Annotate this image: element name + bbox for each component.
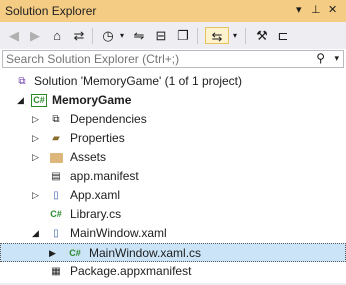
toolbar: ◀ ▶ ⌂ ⇄ ◷ ▾ ⇋ ⊟ ❐ ⇆ ▾ ⚒ ⊏ <box>0 22 346 49</box>
pending-changes-filter-icon[interactable]: ◷ <box>99 27 117 44</box>
toolbar-separator <box>245 28 246 44</box>
panel-title: Solution Explorer <box>5 4 97 18</box>
show-all-files-icon[interactable]: ❐ <box>174 27 192 44</box>
tree-row-package-appxmanifest[interactable]: ▦ Package.appxmanifest <box>0 262 346 281</box>
back-icon[interactable]: ◀ <box>6 27 22 44</box>
collapse-all-icon[interactable]: ⊟ <box>152 27 170 44</box>
collapsed-arrow-icon[interactable]: ▷ <box>32 110 39 129</box>
tree-row-properties[interactable]: ▷ ▰ Properties <box>0 129 346 148</box>
sync-icon[interactable]: ⇋ <box>131 27 147 44</box>
toolbar-separator <box>92 28 93 44</box>
collapsed-arrow-icon[interactable]: ▶ <box>49 244 56 263</box>
project-label: MemoryGame <box>52 93 132 107</box>
properties-wrench-icon[interactable]: ⚒ <box>254 27 270 44</box>
home-icon[interactable]: ⌂ <box>49 27 65 44</box>
item-label: Properties <box>70 131 125 145</box>
title-bar: Solution Explorer ▾ ⊥ ✕ <box>0 0 346 22</box>
manifest-file-icon: ▤ <box>51 171 61 182</box>
collapsed-arrow-icon[interactable]: ▷ <box>32 148 39 167</box>
tree-row-assets[interactable]: ▷ Assets <box>0 148 346 167</box>
csharp-file-icon: C# <box>69 248 81 258</box>
forward-icon[interactable]: ▶ <box>27 27 43 44</box>
solution-label: Solution 'MemoryGame' (1 of 1 project) <box>34 74 242 88</box>
tree-row-app-xaml[interactable]: ▷ ▯ App.xaml <box>0 186 346 205</box>
preview-icon[interactable]: ⊏ <box>275 27 291 44</box>
switch-views-icon[interactable]: ⇄ <box>70 27 88 44</box>
search-box[interactable]: ⚲ ▾ <box>2 50 344 68</box>
tree-row-library-cs[interactable]: C# Library.cs <box>0 205 346 224</box>
dependencies-icon: ⧉ <box>52 114 60 125</box>
collapsed-arrow-icon[interactable]: ▷ <box>32 186 39 205</box>
tree-row-mainwindow-xaml[interactable]: ◢ ▯ MainWindow.xaml <box>0 224 346 243</box>
collapsed-arrow-icon[interactable]: ▷ <box>32 129 39 148</box>
xaml-file-icon: ▯ <box>53 228 59 239</box>
close-icon[interactable]: ✕ <box>328 3 337 16</box>
item-label: Assets <box>70 150 107 164</box>
xaml-file-icon: ▯ <box>53 190 59 201</box>
tree-row-app-manifest[interactable]: ▤ app.manifest <box>0 167 346 186</box>
search-input[interactable] <box>6 52 306 66</box>
package-manifest-icon: ▦ <box>51 266 61 277</box>
item-label: MainWindow.xaml.cs <box>89 246 202 260</box>
track-active-item-icon[interactable]: ⇆ <box>205 27 229 44</box>
tree-row-solution[interactable]: ⧉ Solution 'MemoryGame' (1 of 1 project) <box>0 72 346 91</box>
expanded-arrow-icon[interactable]: ◢ <box>32 224 39 243</box>
item-label: Library.cs <box>70 207 122 221</box>
solution-icon: ⧉ <box>18 76 26 87</box>
track-dropdown-icon[interactable]: ▾ <box>231 27 239 44</box>
search-options-chevron-icon[interactable]: ▾ <box>334 53 339 64</box>
item-label: app.manifest <box>70 169 139 183</box>
folder-icon <box>50 153 63 163</box>
pin-icon[interactable]: ⊥ <box>311 3 321 16</box>
csharp-file-icon: C# <box>50 209 62 219</box>
item-label: Package.appxmanifest <box>70 264 192 278</box>
expanded-arrow-icon[interactable]: ◢ <box>17 91 24 110</box>
window-menu-chevron-icon[interactable]: ▾ <box>296 3 302 16</box>
filter-dropdown-icon[interactable]: ▾ <box>118 27 126 44</box>
tree-row-dependencies[interactable]: ▷ ⧉ Dependencies <box>0 110 346 129</box>
tree-row-mainwindow-xaml-cs[interactable]: ▶ C# MainWindow.xaml.cs <box>0 243 346 262</box>
search-icon[interactable]: ⚲ <box>316 51 325 65</box>
item-label: MainWindow.xaml <box>70 226 167 240</box>
item-label: Dependencies <box>70 112 147 126</box>
properties-folder-icon: ▰ <box>52 133 60 144</box>
toolbar-separator <box>197 28 198 44</box>
csharp-project-icon: C# <box>31 94 47 107</box>
tree-row-project[interactable]: ◢ C# MemoryGame <box>0 91 346 110</box>
item-label: App.xaml <box>70 188 121 202</box>
